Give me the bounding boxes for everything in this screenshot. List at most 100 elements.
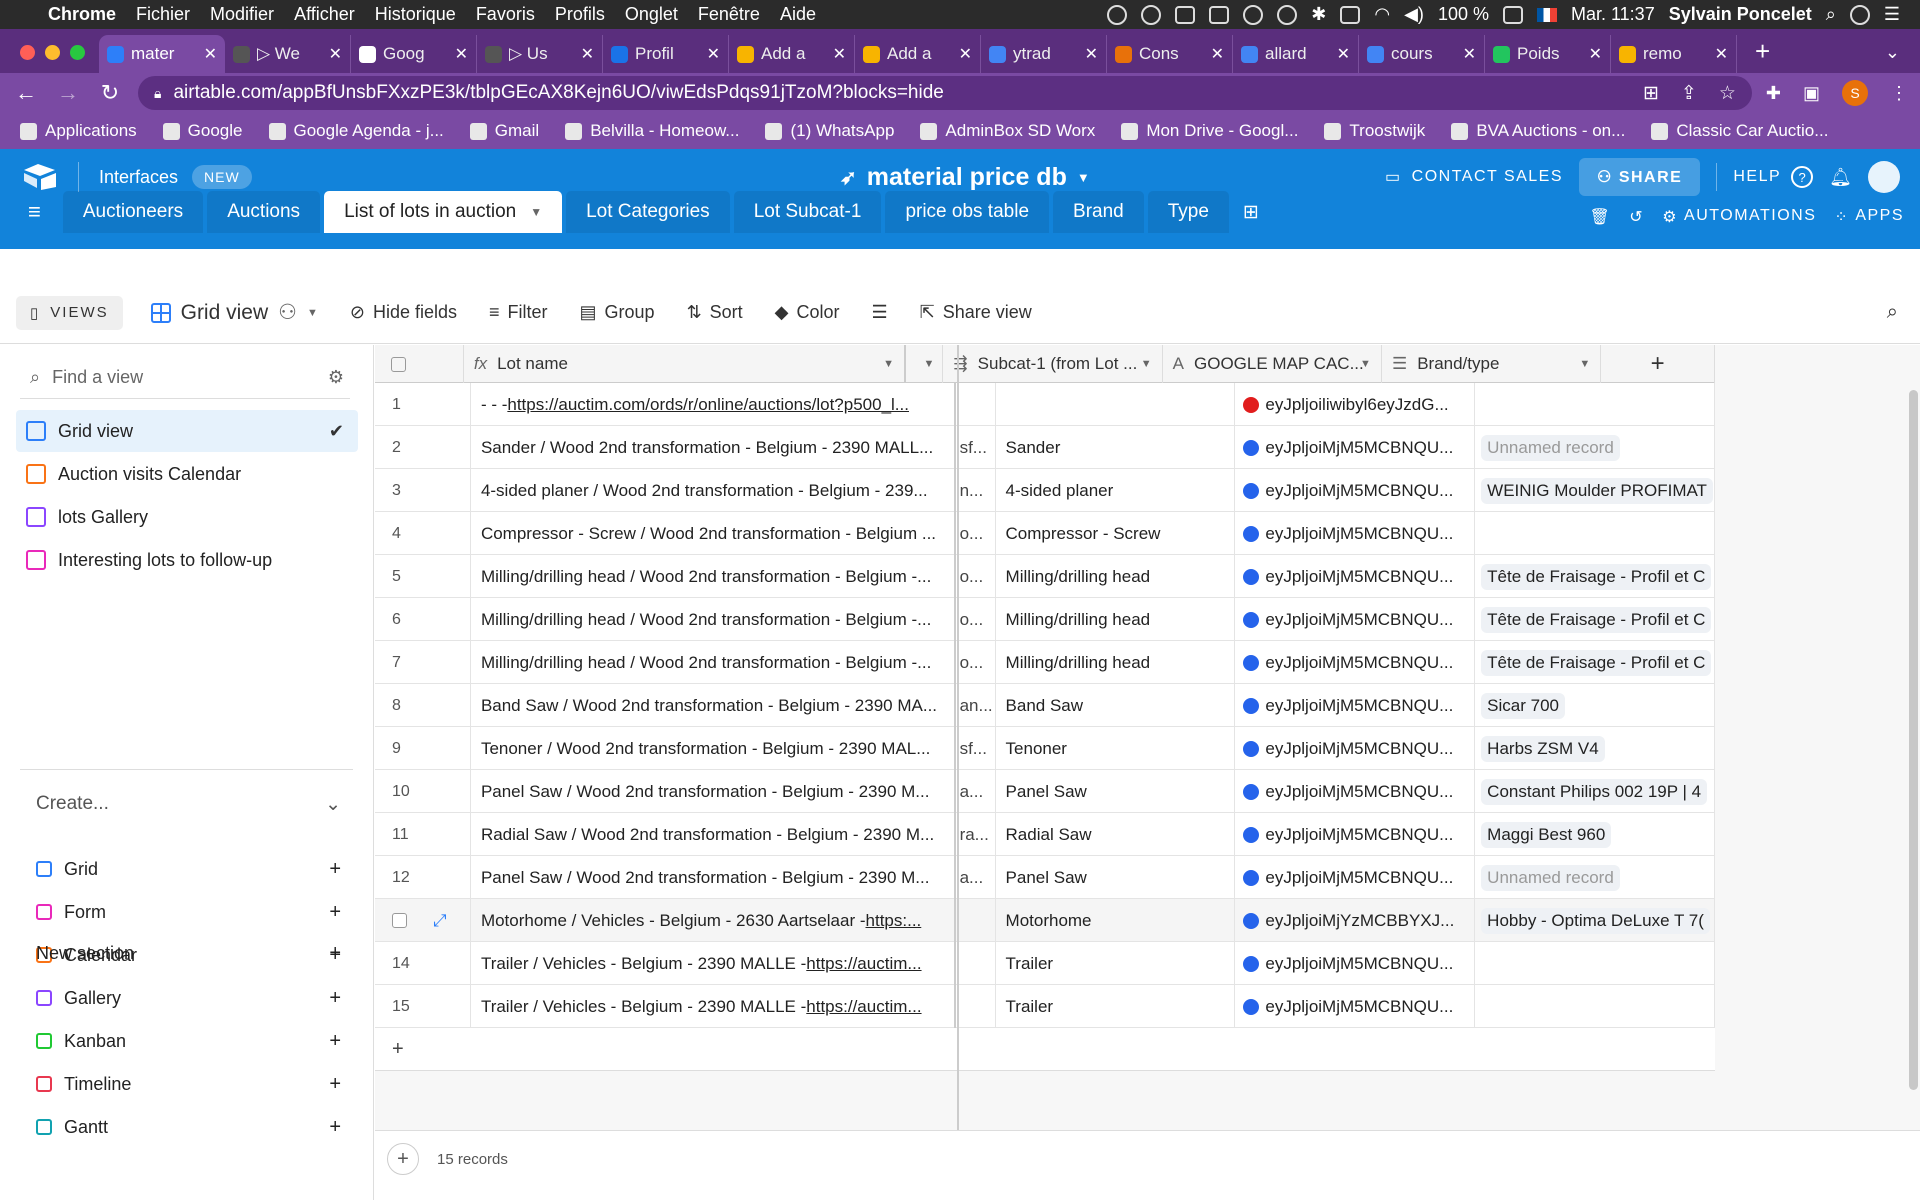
brand-cell[interactable] [1475,383,1715,426]
menu-item[interactable]: Onglet [615,4,688,25]
help-button[interactable]: HELP ? [1733,166,1814,188]
lot-name-cell[interactable]: Tenoner / Wood 2nd transformation - Belg… [471,727,956,770]
add-record-button[interactable]: + [387,1143,419,1175]
app-menu[interactable]: Chrome [38,4,126,25]
linked-record-chip[interactable]: Maggi Best 960 [1481,821,1612,848]
create-view-item[interactable]: Gantt + [36,1109,341,1145]
partial-cell[interactable] [956,899,996,942]
row-number-cell[interactable]: 5 [375,555,471,598]
browser-tab[interactable]: Profil ✕ [603,35,729,73]
lot-name-cell[interactable]: Band Saw / Wood 2nd transformation - Bel… [471,684,956,727]
browser-tab[interactable]: Goog ✕ [351,35,477,73]
chevron-down-icon[interactable]: ▼ [530,205,542,219]
browser-tab[interactable]: cours ✕ [1359,35,1485,73]
linked-record-chip[interactable]: Tête de Fraisage - Profil et C [1481,606,1712,633]
brand-cell[interactable]: Sicar 700 [1475,684,1715,727]
table-tab[interactable]: Auctioneers [62,191,204,233]
linked-record-chip[interactable]: WEINIG Moulder PROFIMAT [1481,477,1713,504]
account-avatar[interactable] [1868,161,1900,193]
brand-cell[interactable] [1475,985,1715,1028]
partial-cell[interactable]: o... [956,555,996,598]
subcat-cell[interactable]: Trailer [996,942,1236,985]
table-tab[interactable]: List of lots in auction ▼ [324,191,563,233]
bookmark-item[interactable]: AdminBox SD Worx [920,121,1095,141]
chrome-menu-icon[interactable]: ⋮ [1890,83,1908,104]
views-toggle-button[interactable]: ▯ VIEWS [16,295,123,330]
lot-name-cell[interactable]: 4-sided planer / Wood 2nd transformation… [471,469,956,512]
bookmark-item[interactable]: Troostwijk [1324,121,1425,141]
gmap-cache-cell[interactable]: eyJpljoiMjM5MCBNQU... [1235,727,1476,770]
share-view-button[interactable]: ⇱ Share view [920,302,1032,323]
close-tab-icon[interactable]: ✕ [204,44,217,64]
table-row[interactable]: 15 Trailer / Vehicles - Belgium - 2390 MA… [375,985,1715,1028]
table-tab[interactable]: Auctions [207,191,321,233]
partial-cell[interactable]: sf... [956,426,996,469]
side-panel-icon[interactable]: ▣ [1803,83,1820,104]
gmap-cache-cell[interactable]: eyJpljoiMjM5MCBNQU... [1235,469,1476,512]
subcat-cell[interactable]: Compressor - Screw [996,512,1236,555]
status-app-icon[interactable] [1107,4,1128,25]
lot-name-cell[interactable]: Milling/drilling head / Wood 2nd transfo… [471,598,956,641]
spotlight-search-icon[interactable]: ⌕ [1826,4,1836,25]
partial-cell[interactable] [956,383,996,426]
table-row[interactable]: 5 Milling/drilling head / Wood 2nd transf… [375,555,1715,598]
brand-cell[interactable]: Constant Philips 002 19P | 4 [1475,770,1715,813]
wifi-icon[interactable]: ◠ [1374,4,1390,25]
gmap-cache-cell[interactable]: eyJpljoiliwibyl6eyJzdG... [1235,383,1476,426]
view-switcher[interactable]: Grid view ⚇ ▼ [150,300,318,325]
brand-cell[interactable]: Tête de Fraisage - Profil et C [1475,598,1715,641]
subcat-cell[interactable]: Trailer [996,985,1236,1028]
brand-cell[interactable]: Unnamed record [1475,856,1715,899]
column-header-lot-name[interactable]: fx Lot name ▼ [464,345,907,383]
gmap-cache-cell[interactable]: eyJpljoiMjM5MCBNQU... [1235,942,1476,985]
close-tab-icon[interactable]: ✕ [329,44,342,64]
lot-name-cell[interactable]: Panel Saw / Wood 2nd transformation - Be… [471,856,956,899]
browser-tab[interactable]: Poids ✕ [1485,35,1611,73]
column-header-partial[interactable]: ▼ [906,345,944,383]
select-all-checkbox[interactable] [375,345,464,383]
subcat-cell[interactable]: Milling/drilling head [996,598,1236,641]
menu-item[interactable]: Favoris [466,4,545,25]
close-tab-icon[interactable]: ✕ [1337,44,1350,64]
new-tab-button[interactable]: + [1737,36,1788,73]
chevron-down-icon[interactable]: ▼ [924,358,935,370]
row-number-cell[interactable]: 2 [375,426,471,469]
table-row[interactable]: 11 Radial Saw / Wood 2nd transformation -… [375,813,1715,856]
add-table-icon[interactable]: ⊞ [1233,191,1269,233]
lot-name-cell[interactable]: Motorhome / Vehicles - Belgium - 2630 Aa… [471,899,956,942]
add-row-button[interactable]: + [375,1028,1715,1071]
row-number-cell[interactable]: 1 [375,383,471,426]
column-header-gmap[interactable]: A GOOGLE MAP CAC... ▼ [1163,345,1382,383]
linked-record-chip[interactable]: Constant Philips 002 19P | 4 [1481,778,1708,805]
status-app-icon[interactable] [1209,5,1230,24]
gmap-cache-cell[interactable]: eyJpljoiMjM5MCBNQU... [1235,684,1476,727]
gmap-cache-cell[interactable]: eyJpljoiMjM5MCBNQU... [1235,641,1476,684]
notifications-bell-icon[interactable]: 🔔︎ [1829,167,1852,188]
partial-cell[interactable]: sf... [956,727,996,770]
gear-icon[interactable]: ⚙ [328,367,344,388]
chevron-down-icon[interactable]: ▼ [1141,358,1152,370]
create-view-item[interactable]: Gallery + [36,980,341,1016]
filter-button[interactable]: ≡ Filter [489,302,548,323]
gmap-cache-cell[interactable]: eyJpljoiMjM5MCBNQU... [1235,813,1476,856]
gmap-cache-cell[interactable]: eyJpljoiMjM5MCBNQU... [1235,555,1476,598]
browser-tab[interactable]: ytrad ✕ [981,35,1107,73]
partial-cell[interactable]: o... [956,641,996,684]
brand-cell[interactable] [1475,512,1715,555]
lot-name-cell[interactable]: Sander / Wood 2nd transformation - Belgi… [471,426,956,469]
bookmark-item[interactable]: Belvilla - Homeow... [565,121,739,141]
subcat-cell[interactable]: Sander [996,426,1236,469]
table-row[interactable]: 3 4-sided planer / Wood 2nd transformatio… [375,469,1715,512]
menu-item[interactable]: Modifier [200,4,284,25]
address-bar[interactable]: 🔒︎ airtable.com/appBfUnsbFXxzPE3k/tblpGE… [138,76,1752,110]
partial-cell[interactable]: o... [956,512,996,555]
menu-item[interactable]: Afficher [284,4,365,25]
close-tab-icon[interactable]: ✕ [455,44,468,64]
flag-icon[interactable] [1536,7,1557,22]
lot-link[interactable]: https://auctim.com/ords/r/online/auction… [507,395,909,415]
find-view-input[interactable]: ⌕ Find a view ⚙ [20,357,350,399]
browser-tab[interactable]: Add a ✕ [729,35,855,73]
close-tab-icon[interactable]: ✕ [1463,44,1476,64]
lot-name-cell[interactable]: Trailer / Vehicles - Belgium - 2390 MALL… [471,942,956,985]
gmap-cache-cell[interactable]: eyJpljoiMjM5MCBNQU... [1235,770,1476,813]
